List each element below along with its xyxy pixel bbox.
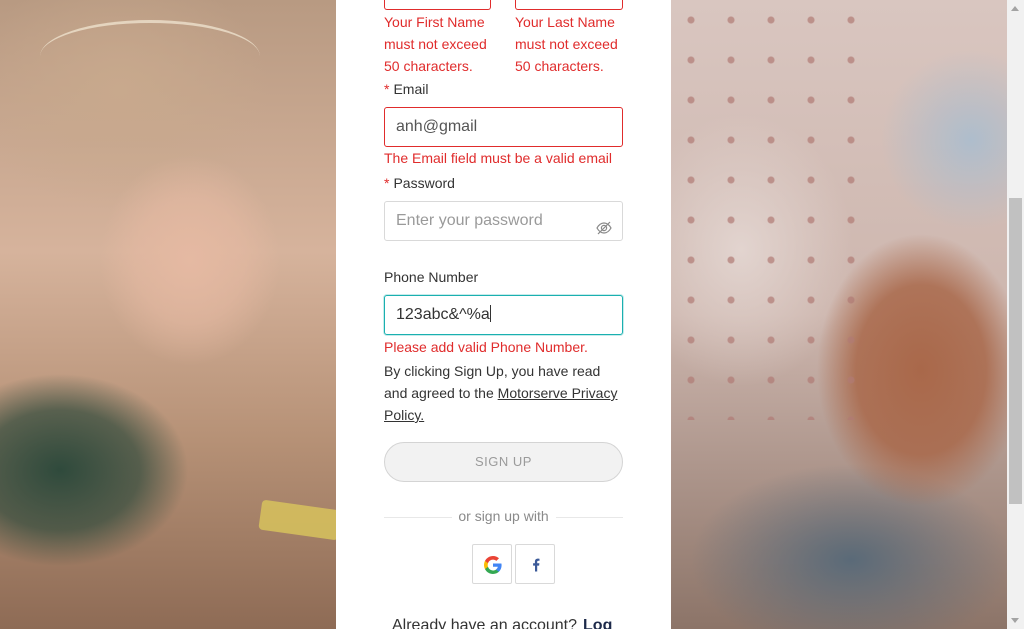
scrollbar-thumb[interactable] xyxy=(1009,198,1022,504)
photo-detail xyxy=(40,20,260,93)
login-link[interactable]: Log xyxy=(583,617,612,629)
signup-form-panel: Your First Name must not exceed 50 chara… xyxy=(336,0,671,629)
first-name-error: Your First Name must not exceed 50 chara… xyxy=(384,14,487,74)
phone-error: Please add valid Phone Number. xyxy=(384,339,588,355)
or-sign-up-with-text: or sign up with xyxy=(458,508,549,524)
email-label-text: Email xyxy=(393,81,429,97)
required-mark: * xyxy=(384,175,390,191)
photo-detail xyxy=(258,499,342,541)
email-value: anh@gmail xyxy=(396,118,478,135)
first-name-input[interactable] xyxy=(384,0,491,10)
password-field[interactable]: Enter your password xyxy=(384,201,623,241)
background-photo-left xyxy=(0,0,342,629)
last-name-input[interactable] xyxy=(515,0,623,10)
facebook-icon xyxy=(533,558,540,572)
signup-button[interactable]: SIGN UP xyxy=(384,442,623,482)
divider-right xyxy=(556,517,623,518)
phone-value: 123abc&^%a xyxy=(396,306,490,323)
google-icon xyxy=(484,556,502,574)
email-error: The Email field must be a valid email xyxy=(384,150,612,166)
email-label: * Email xyxy=(384,80,428,98)
login-prompt-text: Already have an account? xyxy=(392,617,578,629)
password-placeholder: Enter your password xyxy=(396,212,543,229)
photo-pattern xyxy=(671,0,861,420)
eye-slash-icon[interactable] xyxy=(596,213,612,235)
background-photo-right xyxy=(671,0,1007,629)
phone-label: Phone Number xyxy=(384,269,479,285)
password-label: * Password xyxy=(384,174,455,192)
terms-text: By clicking Sign Up, you have read and a… xyxy=(384,360,624,426)
facebook-signup-button[interactable] xyxy=(515,544,555,584)
scroll-down-arrow-icon[interactable] xyxy=(1011,618,1019,623)
password-label-text: Password xyxy=(393,175,455,191)
page-scrollbar[interactable] xyxy=(1007,0,1024,629)
scroll-up-arrow-icon[interactable] xyxy=(1011,6,1019,11)
required-mark: * xyxy=(384,81,390,97)
last-name-error: Your Last Name must not exceed 50 charac… xyxy=(515,14,618,74)
google-signup-button[interactable] xyxy=(472,544,512,584)
phone-field[interactable]: 123abc&^%a xyxy=(384,295,623,335)
login-prompt: Already have an account? Log xyxy=(392,617,612,629)
text-caret xyxy=(489,305,491,322)
email-field[interactable]: anh@gmail xyxy=(384,107,623,147)
